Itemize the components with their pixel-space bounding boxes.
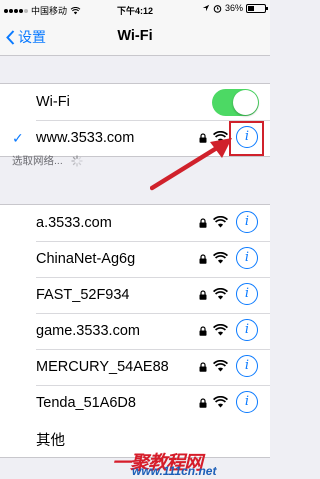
battery-icon bbox=[246, 3, 268, 13]
alarm-icon bbox=[213, 4, 222, 13]
network-name: game.3533.com bbox=[36, 323, 140, 339]
wifi-signal-icon bbox=[213, 360, 228, 372]
lock-icon bbox=[199, 254, 207, 264]
wifi-signal-icon bbox=[213, 216, 228, 228]
info-icon[interactable]: i bbox=[236, 355, 258, 377]
network-list: a.3533.com i ChinaNet-Ag6g i FAST_52F934 i gam… bbox=[0, 204, 270, 458]
battery-fill bbox=[248, 5, 254, 11]
info-icon[interactable]: i bbox=[236, 283, 258, 305]
location-icon bbox=[202, 4, 210, 12]
network-name: FAST_52F934 bbox=[36, 287, 130, 303]
info-icon[interactable]: i bbox=[236, 319, 258, 341]
network-row[interactable]: game.3533.com i bbox=[0, 313, 270, 349]
other-network-label: 其他 bbox=[36, 432, 65, 449]
lock-icon bbox=[199, 290, 207, 300]
status-right: 36% bbox=[202, 3, 268, 13]
network-row[interactable]: FAST_52F934 i bbox=[0, 277, 270, 313]
wifi-toggle-row: Wi-Fi bbox=[0, 84, 270, 120]
watermark: 一聚教程网 www.111cn.net bbox=[112, 448, 262, 478]
section-header-label: 选取网络... bbox=[12, 155, 63, 167]
network-name: a.3533.com bbox=[36, 215, 112, 231]
wifi-signal-icon bbox=[213, 252, 228, 264]
network-name: MERCURY_54AE88 bbox=[36, 359, 169, 375]
watermark-url: www.111cn.net bbox=[132, 464, 217, 478]
wifi-toggle-switch[interactable] bbox=[212, 89, 259, 116]
page-title: Wi-Fi bbox=[117, 28, 153, 44]
info-icon[interactable]: i bbox=[236, 247, 258, 269]
network-row[interactable]: Tenda_51A6D8 i bbox=[0, 385, 270, 421]
battery-percent: 36% bbox=[224, 3, 243, 13]
checkmark-icon: ✓ bbox=[12, 130, 24, 146]
info-icon[interactable]: i bbox=[236, 391, 258, 413]
wifi-signal-icon bbox=[213, 396, 228, 408]
status-bar: 中国移动 下午4:12 36% bbox=[0, 0, 270, 18]
navigation-bar: 设置 Wi-Fi bbox=[0, 18, 270, 56]
network-row[interactable]: a.3533.com i bbox=[0, 205, 270, 241]
network-row[interactable]: MERCURY_54AE88 i bbox=[0, 349, 270, 385]
network-name: ChinaNet-Ag6g bbox=[36, 251, 136, 267]
wifi-signal-icon bbox=[213, 288, 228, 300]
info-icon[interactable]: i bbox=[236, 211, 258, 233]
lock-icon bbox=[199, 218, 207, 228]
lock-icon bbox=[199, 398, 207, 408]
loading-spinner-icon bbox=[71, 154, 83, 167]
wifi-signal-icon bbox=[213, 324, 228, 336]
choose-network-header: 选取网络... bbox=[12, 153, 83, 168]
lock-icon bbox=[199, 362, 207, 372]
network-name: Tenda_51A6D8 bbox=[36, 395, 136, 411]
red-arrow-icon bbox=[150, 138, 232, 191]
toggle-knob bbox=[233, 90, 258, 115]
network-row[interactable]: ChinaNet-Ag6g i bbox=[0, 241, 270, 277]
lock-icon bbox=[199, 326, 207, 336]
